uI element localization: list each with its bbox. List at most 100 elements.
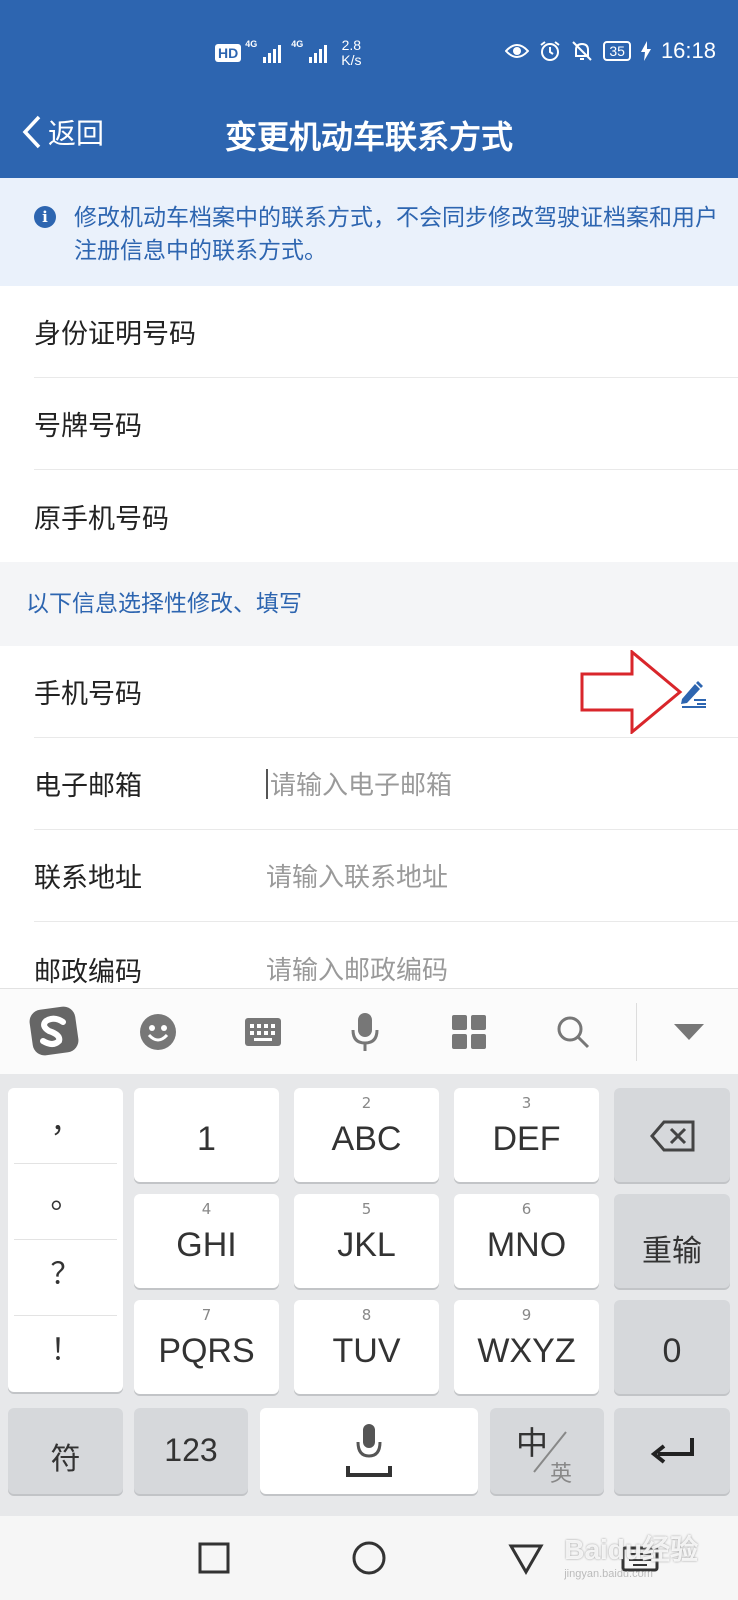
key-letters: DEF [492,1120,561,1158]
address-input[interactable]: 请输入联系地址 [266,857,448,894]
punctuation-column: ， 。 ？ ！ [8,1088,123,1392]
keyboard-toolbar [0,988,738,1074]
numeric-key[interactable]: 123 [134,1408,248,1494]
key-letters: ABC [331,1120,402,1158]
watermark-url: jingyan.baidu.com [564,1568,653,1580]
field-label: 联系地址 [34,863,142,894]
key-letters: 1 [197,1120,216,1158]
field-label: 电子邮箱 [34,771,142,802]
back-triangle-icon[interactable] [506,1538,546,1578]
watermark-brand: Baidu经验 [564,1534,698,1565]
reenter-key[interactable]: 重输 [614,1194,730,1288]
apps-grid-icon[interactable] [446,1009,492,1055]
status-left: HD 4G 4G 2.8 K/s [215,38,361,68]
mute-bell-icon [572,41,593,61]
field-label: 身份证明号码 [34,319,196,350]
key-mno[interactable]: 6 MNO [454,1194,599,1288]
field-label: 手机号码 [34,679,142,710]
key-number: 8 [361,1306,372,1324]
signal-icon: 4G [245,39,282,63]
email-input[interactable]: 请输入电子邮箱 [270,765,452,802]
field-row-postcode[interactable]: 邮政编码 请输入邮政编码 [34,922,738,988]
network-speed: 2.8 K/s [341,38,361,68]
speed-unit: K/s [341,52,362,68]
speed-value: 2.8 [341,37,362,53]
reenter-label: 重输 [642,1234,702,1269]
key-wxyz[interactable]: 9 WXYZ [454,1300,599,1394]
punct-key-period[interactable]: 。 [14,1164,117,1240]
field-row-plate-number[interactable]: 号牌号码 [34,378,738,470]
status-right: 35 16:18 [505,38,716,64]
page-title: 变更机动车联系方式 [224,118,513,156]
key-number: 7 [201,1306,212,1324]
punct-key-comma[interactable]: ， [14,1088,117,1164]
enter-icon [650,1438,694,1464]
key-number: 9 [521,1306,532,1324]
field-row-address[interactable]: 联系地址 请输入联系地址 [34,830,738,922]
field-label: 原手机号码 [34,503,169,535]
field-label: 邮政编码 [34,957,142,988]
key-number: 4 [201,1200,212,1218]
key-def[interactable]: 3 DEF [454,1088,599,1182]
field-row-email[interactable]: 电子邮箱 请输入电子邮箱 [34,738,738,830]
field-label: 号牌号码 [34,411,142,442]
field-row-id-number[interactable]: 身份证明号码 [34,286,738,378]
zero-key[interactable]: 0 [614,1300,730,1394]
key-number: 5 [361,1200,372,1218]
lang-alt-label: 英 [550,1462,573,1487]
info-notice: i 修改机动车档案中的联系方式，不会同步修改驾驶证档案和用户注册信息中的联系方式… [0,178,738,286]
sogou-logo-icon[interactable] [28,1005,80,1057]
baidu-watermark: Baidu经验 jingyan.baidu.com [564,1528,698,1580]
enter-key[interactable] [614,1408,730,1494]
home-circle-icon[interactable] [349,1538,389,1578]
collapse-keyboard-icon[interactable] [666,1009,712,1055]
charging-icon [640,41,651,61]
key-jkl[interactable]: 5 JKL [294,1194,439,1288]
key-letters: GHI [176,1226,237,1264]
recents-square-icon[interactable] [194,1538,234,1578]
field-row-original-phone[interactable]: 原手机号码 [34,470,738,562]
clock: 16:18 [660,38,716,63]
notice-text: 修改机动车档案中的联系方式，不会同步修改驾驶证档案和用户注册信息中的联系方式。 [74,205,718,264]
status-bar: HD 4G 4G 2.8 K/s 35 16:18 [0,0,738,100]
network-type-2: 4G [291,39,304,49]
keyboard-icon[interactable] [240,1009,286,1055]
postcode-input[interactable]: 请输入邮政编码 [266,950,448,987]
numeric-label: 123 [164,1432,218,1468]
fixed-fields-section: 身份证明号码 号牌号码 原手机号码 [0,286,738,562]
key-1[interactable]: 1 [134,1088,279,1182]
key-abc[interactable]: 2 ABC [294,1088,439,1182]
backspace-icon [650,1120,695,1152]
punct-key-exclaim[interactable]: ！ [14,1316,117,1392]
title-bar: 返回 变更机动车联系方式 [0,100,738,178]
space-key[interactable] [260,1408,478,1494]
annotation-arrow-icon [580,650,683,734]
backspace-key[interactable] [614,1088,730,1182]
search-icon[interactable] [550,1009,596,1055]
key-tuv[interactable]: 8 TUV [294,1300,439,1394]
key-letters: WXYZ [477,1332,576,1370]
toolbar-divider [636,1003,637,1061]
emoji-icon[interactable] [135,1009,181,1055]
key-letters: JKL [337,1226,396,1264]
symbol-key[interactable]: 符 [8,1408,123,1494]
keyboard: ， 。 ？ ！ 1 2 ABC 3 DEF 4 GHI 5 JKL 6 MNO … [0,1074,738,1516]
key-number: 6 [521,1200,532,1218]
voice-space-icon [346,1424,392,1477]
signal-icon: 4G [291,39,328,63]
key-letters: PQRS [158,1332,255,1370]
language-toggle-key[interactable]: 中 英 [490,1408,604,1494]
text-cursor [266,768,268,799]
network-type-1: 4G [245,39,258,49]
optional-section-heading: 以下信息选择性修改、填写 [0,562,738,646]
info-icon: i [34,206,56,228]
key-pqrs[interactable]: 7 PQRS [134,1300,279,1394]
punct-key-question[interactable]: ？ [14,1240,117,1316]
key-number: 3 [521,1094,532,1112]
key-letters: TUV [332,1332,401,1370]
microphone-icon[interactable] [342,1009,388,1055]
eye-icon [505,44,530,58]
key-ghi[interactable]: 4 GHI [134,1194,279,1288]
battery-icon: 35 [603,41,631,61]
key-number: 2 [361,1094,372,1112]
